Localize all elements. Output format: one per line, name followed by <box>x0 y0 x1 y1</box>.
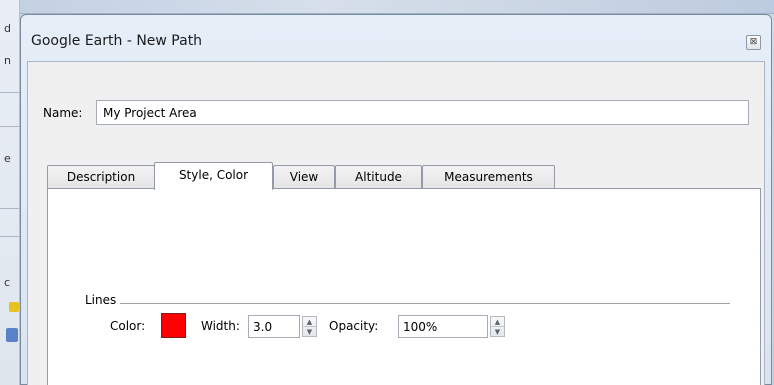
background-text-fragment: e <box>4 152 11 165</box>
background-divider <box>0 126 20 127</box>
name-field[interactable] <box>96 100 749 125</box>
background-divider <box>0 92 20 93</box>
width-label: Width: <box>201 319 240 333</box>
spin-up-icon[interactable]: ▲ <box>491 317 504 327</box>
lines-group-divider <box>120 303 730 304</box>
name-label: Name: <box>43 106 83 120</box>
background-divider <box>0 236 20 237</box>
background-map <box>20 0 774 14</box>
tab-label: Description <box>66 170 136 184</box>
line-color-swatch[interactable] <box>161 313 186 338</box>
opacity-label: Opacity: <box>329 319 379 333</box>
opacity-spinner[interactable]: ▲ ▼ <box>490 316 505 337</box>
tab-style-color[interactable]: Style, Color <box>154 162 273 190</box>
lines-group-label: Lines <box>85 293 117 307</box>
tab-description[interactable]: Description <box>47 165 155 189</box>
background-folder-icon <box>9 302 19 312</box>
tab-label: Style, Color <box>178 168 249 182</box>
spin-down-icon[interactable]: ▼ <box>303 327 316 337</box>
tab-label: Measurements <box>444 170 533 184</box>
close-icon: ⊠ <box>749 37 758 47</box>
style-color-panel: Lines Color: Width: ▲ ▼ Opacity: ▲ ▼ <box>47 188 761 385</box>
spin-up-icon[interactable]: ▲ <box>303 317 316 327</box>
opacity-input[interactable] <box>398 315 488 338</box>
new-path-dialog: Google Earth - New Path ⊠ Name: Descript… <box>20 14 772 385</box>
width-input[interactable] <box>248 315 300 338</box>
title-bar[interactable]: Google Earth - New Path ⊠ <box>21 15 771 61</box>
width-spinner[interactable]: ▲ ▼ <box>302 316 317 337</box>
background-text-fragment: c <box>4 276 11 289</box>
spin-down-icon[interactable]: ▼ <box>491 327 504 337</box>
background-text-fragment: d <box>4 22 11 35</box>
dialog-client-area: Name: Description Style, Color View Alti… <box>27 61 765 385</box>
background-text-fragment: n <box>4 54 11 67</box>
background-app-icon <box>6 328 18 342</box>
tab-measurements[interactable]: Measurements <box>422 165 555 189</box>
tab-altitude[interactable]: Altitude <box>335 165 422 189</box>
background-app-strip: d n e c <box>0 0 20 385</box>
tab-label: View <box>289 170 319 184</box>
background-divider <box>0 208 20 209</box>
close-button[interactable]: ⊠ <box>746 35 761 50</box>
window-title: Google Earth - New Path <box>31 33 203 49</box>
tab-view[interactable]: View <box>273 165 335 189</box>
color-label: Color: <box>110 319 146 333</box>
tab-label: Altitude <box>355 170 402 184</box>
